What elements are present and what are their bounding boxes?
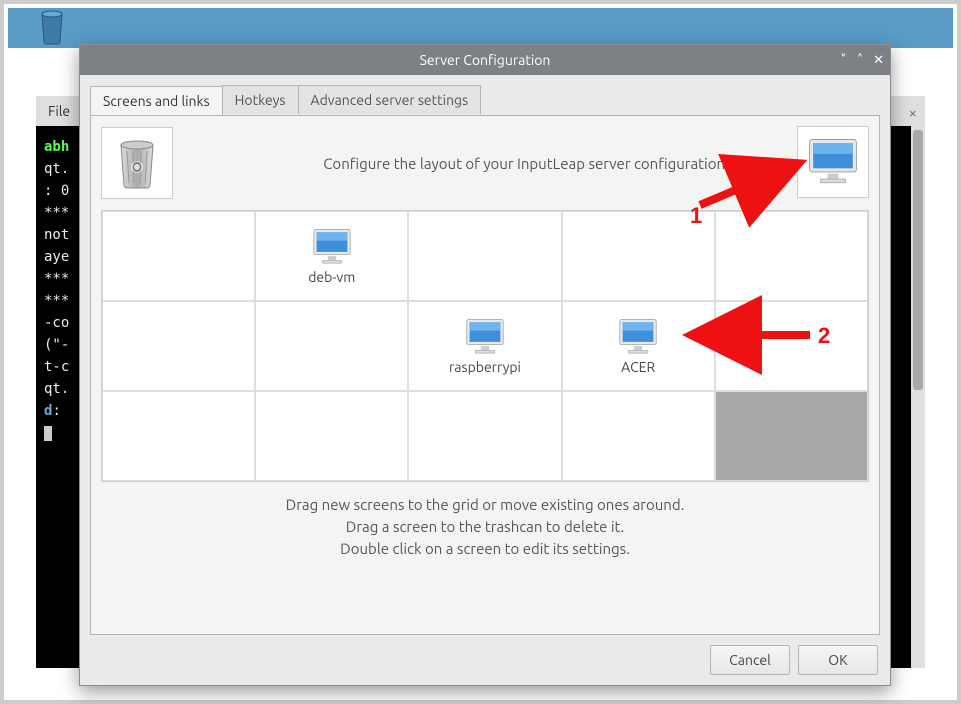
hints-text: Drag new screens to the grid or move exi… [101,494,869,560]
monitor-icon [464,317,506,357]
cancel-button[interactable]: Cancel [710,645,790,675]
desktop-trash-icon [38,6,66,46]
monitor-icon [806,137,860,187]
grid-cell-1-3[interactable]: ACER [562,301,715,391]
grid-cell-0-0[interactable] [102,211,255,301]
grid-cell-0-1[interactable]: deb-vm [255,211,408,301]
tab-advanced-server-settings[interactable]: Advanced server settings [298,85,482,114]
grid-cell-0-2[interactable] [408,211,561,301]
maximize-icon[interactable]: ˄ [857,53,864,68]
screen-label-deb-vm: deb-vm [308,269,355,285]
trash-drop-target[interactable] [101,127,173,199]
monitor-icon [617,317,659,357]
ok-button[interactable]: OK [798,645,878,675]
desktop-background [8,8,953,48]
grid-cell-2-1[interactable] [255,391,408,481]
grid-cell-0-3[interactable] [562,211,715,301]
new-screen-source[interactable] [797,126,869,198]
terminal-scrollbar[interactable] [911,126,925,668]
grid-cell-2-3[interactable] [562,391,715,481]
tab-bar: Screens and links Hotkeys Advanced serve… [90,85,880,114]
server-configuration-dialog: Server Configuration ˅ ˄ ✕ Screens and l… [79,44,891,686]
screen-label-acer: ACER [621,359,655,375]
grid-cell-1-1[interactable] [255,301,408,391]
layout-instruction: Configure the layout of your InputLeap s… [183,155,869,172]
close-icon[interactable]: ✕ [873,53,884,68]
screen-label-raspberrypi: raspberrypi [449,359,521,375]
dialog-title: Server Configuration [420,52,551,68]
screen-grid[interactable]: deb-vm raspberrypi ACER [101,210,869,482]
grid-cell-2-0[interactable] [102,391,255,481]
grid-cell-2-2[interactable] [408,391,561,481]
grid-cell-0-4[interactable] [715,211,868,301]
grid-cell-1-2[interactable]: raspberrypi [408,301,561,391]
grid-cell-1-4[interactable] [715,301,868,391]
tab-screens-and-links[interactable]: Screens and links [90,86,223,115]
terminal-menu-file[interactable]: File [48,100,70,122]
dialog-titlebar[interactable]: Server Configuration ˅ ˄ ✕ [80,45,890,75]
grid-cell-1-0[interactable] [102,301,255,391]
trash-icon [113,135,161,191]
grid-cell-2-4[interactable] [715,391,868,481]
monitor-icon [311,227,353,267]
tab-hotkeys[interactable]: Hotkeys [222,85,299,114]
terminal-close-icon[interactable]: × [909,102,917,124]
tab-pane-screens: Configure the layout of your InputLeap s… [90,115,880,635]
minimize-icon[interactable]: ˅ [840,53,847,68]
